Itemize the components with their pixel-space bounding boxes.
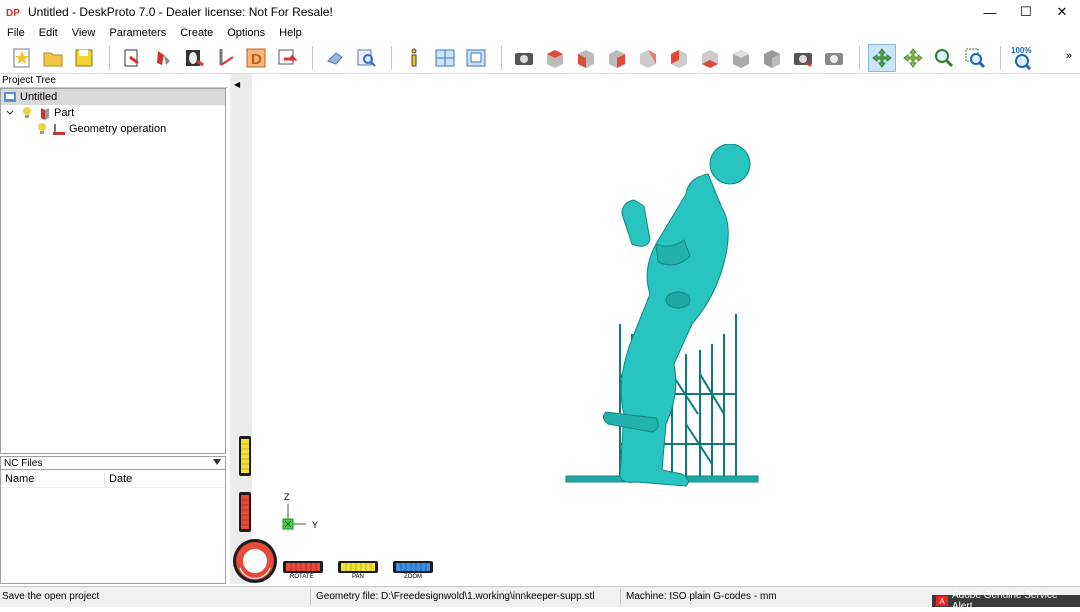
svg-text:D: D	[251, 51, 262, 68]
inspect-icon[interactable]	[352, 44, 380, 72]
four-views-icon[interactable]	[431, 44, 459, 72]
tree-item-root[interactable]: Untitled	[1, 89, 225, 105]
tree-part-label: Part	[54, 107, 75, 119]
project-tree-title: Project Tree	[0, 74, 228, 88]
camera-icon[interactable]	[510, 44, 538, 72]
zoom-wheel-label: ZOOM	[404, 574, 422, 580]
menu-edit[interactable]: Edit	[32, 27, 65, 39]
part-icon	[37, 106, 51, 120]
info-icon[interactable]	[400, 44, 428, 72]
nc-files-title: NC Files	[4, 457, 43, 469]
rotate-dial-icon[interactable]	[232, 538, 278, 584]
column-date[interactable]: Date	[105, 473, 132, 485]
axis-y-label: Y	[312, 520, 319, 530]
export-icon[interactable]	[273, 44, 301, 72]
window-title: Untitled - DeskProto 7.0 - Dealer licens…	[28, 5, 333, 19]
minimize-button[interactable]: —	[972, 0, 1008, 24]
column-name[interactable]: Name	[1, 472, 105, 485]
camera-restore-icon[interactable]	[789, 44, 817, 72]
status-hint: Save the open project	[2, 591, 100, 602]
bulb-icon[interactable]	[20, 106, 34, 120]
rotate-wheel-label: ROTATE	[290, 574, 314, 580]
wizard-2d-icon[interactable]	[118, 44, 146, 72]
wizard-3d-icon[interactable]	[149, 44, 177, 72]
chevron-down-icon[interactable]	[212, 458, 222, 469]
chevron-down-icon[interactable]	[3, 106, 17, 120]
view-iso2-icon[interactable]	[758, 44, 786, 72]
tree-operation-label: Geometry operation	[69, 123, 167, 135]
tree-item-part[interactable]: Part	[1, 105, 225, 121]
single-view-icon[interactable]	[462, 44, 490, 72]
wizard-image-icon[interactable]	[180, 44, 208, 72]
zoom-view-icon[interactable]	[930, 44, 958, 72]
operation-icon	[52, 122, 66, 136]
tree-item-operation[interactable]: Geometry operation	[1, 121, 225, 137]
menu-bar: File Edit View Parameters Create Options…	[0, 24, 1080, 42]
rotate-wheel-vertical-icon[interactable]	[238, 492, 252, 532]
adobe-icon: A	[936, 596, 948, 606]
svg-text:100%: 100%	[1011, 46, 1031, 55]
menu-options[interactable]: Options	[220, 27, 272, 39]
project-tree: Untitled Part Geometry operation	[0, 88, 226, 454]
title-bar: DP Untitled - DeskProto 7.0 - Dealer lic…	[0, 0, 1080, 24]
eraser-icon[interactable]	[321, 44, 349, 72]
menu-parameters[interactable]: Parameters	[102, 27, 173, 39]
view-back-icon[interactable]	[634, 44, 662, 72]
maximize-button[interactable]: ☐	[1008, 0, 1044, 24]
nc-files-header[interactable]: NC Files	[0, 456, 226, 470]
save-icon[interactable]	[70, 44, 98, 72]
view-bottom-icon[interactable]	[696, 44, 724, 72]
pan-view-icon[interactable]	[899, 44, 927, 72]
svg-text:DP: DP	[6, 8, 20, 19]
zoom-wheel-icon[interactable]	[393, 561, 433, 573]
project-icon	[3, 90, 17, 104]
menu-view[interactable]: View	[65, 27, 103, 39]
axis-z-label: Z	[284, 492, 290, 502]
view-front-icon[interactable]	[572, 44, 600, 72]
toolbar-overflow-icon[interactable]: »	[1066, 50, 1072, 62]
rotate-view-icon[interactable]	[868, 43, 896, 72]
collapse-left-icon[interactable]: ◀	[234, 80, 240, 89]
view-right-icon[interactable]	[603, 44, 631, 72]
menu-file[interactable]: File	[0, 27, 32, 39]
status-geometry-file: Geometry file: D:\Freedesignwold\1.worki…	[316, 591, 595, 602]
nc-files-list: Name Date	[0, 470, 226, 584]
bulb-icon[interactable]	[35, 122, 49, 136]
main-toolbar: D 100% »	[0, 42, 1080, 74]
tree-root-label: Untitled	[20, 91, 58, 103]
toolpath-icon[interactable]	[211, 44, 239, 72]
zoom-100-icon[interactable]: 100%	[1009, 44, 1037, 72]
deskproto-d-icon[interactable]: D	[242, 44, 270, 72]
deskproto-logo-icon: DP	[6, 4, 22, 20]
status-machine: Machine: ISO plain G-codes - mm	[626, 591, 777, 602]
pan-wheel-icon[interactable]	[338, 561, 378, 573]
menu-help[interactable]: Help	[272, 27, 309, 39]
rotate-wheel-icon[interactable]	[283, 561, 323, 573]
view-top-icon[interactable]	[541, 44, 569, 72]
camera-settings-icon[interactable]	[820, 44, 848, 72]
left-panel: Project Tree Untitled Part Geometry oper…	[0, 74, 228, 584]
adobe-alert-text: Adobe Genuine Service Alert	[951, 590, 1058, 612]
nc-files-panel: NC Files Name Date	[0, 456, 226, 584]
menu-create[interactable]: Create	[173, 27, 220, 39]
adobe-alert-notification[interactable]: A Adobe Genuine Service Alert	[932, 590, 1080, 612]
view-left-icon[interactable]	[665, 44, 693, 72]
pan-wheel-label: PAN	[352, 574, 364, 580]
view-iso-icon[interactable]	[727, 44, 755, 72]
close-button[interactable]: ✕	[1044, 0, 1080, 24]
open-folder-icon[interactable]	[39, 44, 67, 72]
3d-viewport[interactable]: ◀ ROTATE PAN ZOOM Z Y	[230, 74, 1080, 584]
model-render[interactable]	[560, 144, 770, 489]
pan-wheel-vertical-icon[interactable]	[238, 436, 252, 476]
status-bar: Save the open project Geometry file: D:\…	[0, 586, 1080, 607]
zoom-window-icon[interactable]	[961, 44, 989, 72]
new-project-icon[interactable]	[8, 44, 36, 72]
